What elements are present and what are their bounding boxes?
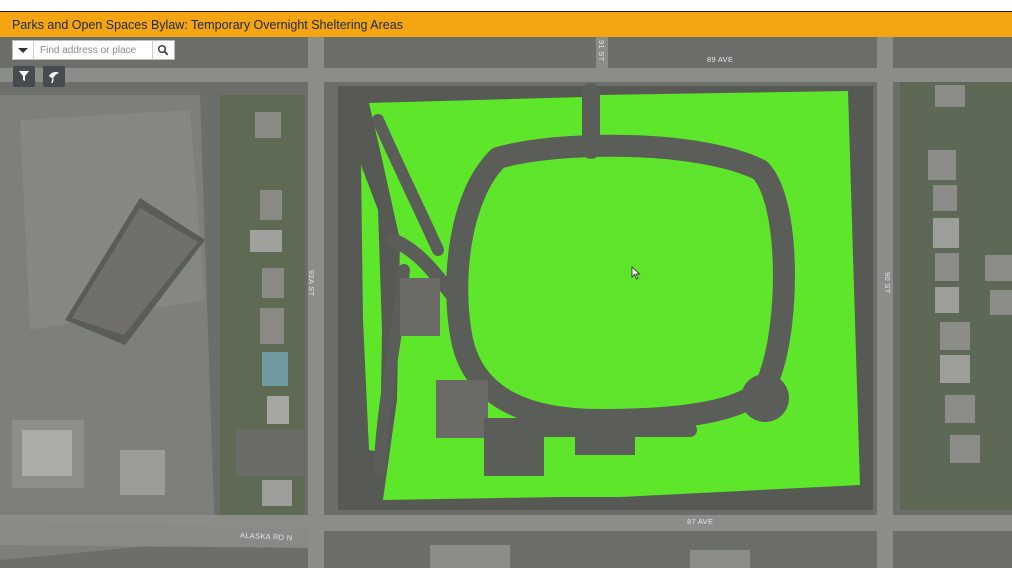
layer-list-button[interactable] (43, 66, 65, 87)
building-roof (22, 430, 72, 476)
house (262, 268, 284, 298)
park-plaza (575, 425, 635, 455)
house (933, 185, 957, 211)
street-90-st (877, 37, 893, 568)
house (940, 322, 970, 350)
house (236, 430, 304, 476)
house (950, 435, 980, 463)
house (267, 396, 289, 424)
title-bar: Parks and Open Spaces Bylaw: Temporary O… (0, 11, 1012, 37)
street-89-ave (0, 68, 1012, 82)
filter-icon (19, 71, 29, 81)
window-top-strip (0, 0, 1012, 11)
house (935, 253, 959, 281)
house (935, 287, 959, 313)
house (260, 190, 282, 220)
house (262, 480, 292, 506)
search-source-dropdown[interactable] (13, 41, 34, 59)
house (933, 218, 959, 248)
house (255, 112, 281, 138)
park-plaza (484, 418, 544, 476)
building (690, 550, 750, 568)
building (430, 545, 510, 568)
house (262, 352, 288, 386)
house (945, 395, 975, 423)
sheltering-area-oval[interactable] (476, 158, 769, 405)
mouse-pointer-icon (631, 266, 641, 280)
street-label-92a-st: 92A ST (307, 270, 316, 297)
street-label-89-ave: 89 AVE (707, 55, 734, 64)
park-building (436, 380, 488, 438)
map-view[interactable] (0, 37, 1012, 568)
house (990, 290, 1012, 315)
street-92a-st (308, 37, 324, 568)
house (935, 85, 965, 107)
building (120, 450, 165, 495)
house (260, 308, 284, 344)
house (928, 150, 956, 180)
park-roundabout (741, 374, 789, 422)
filter-button[interactable] (13, 66, 35, 87)
park-building (400, 278, 440, 336)
street-label-87-ave: 87 AVE (687, 517, 714, 526)
house (940, 355, 970, 383)
app-title: Parks and Open Spaces Bylaw: Temporary O… (12, 18, 403, 32)
search-widget (12, 40, 175, 60)
street-label-91-st: 91 ST (597, 40, 606, 62)
search-button[interactable] (152, 41, 174, 59)
house (250, 230, 282, 252)
layer-icon (49, 72, 59, 84)
search-input[interactable] (34, 41, 159, 59)
house (985, 255, 1012, 281)
street-label-90-st: 90 ST (883, 272, 892, 294)
search-icon (158, 45, 169, 56)
